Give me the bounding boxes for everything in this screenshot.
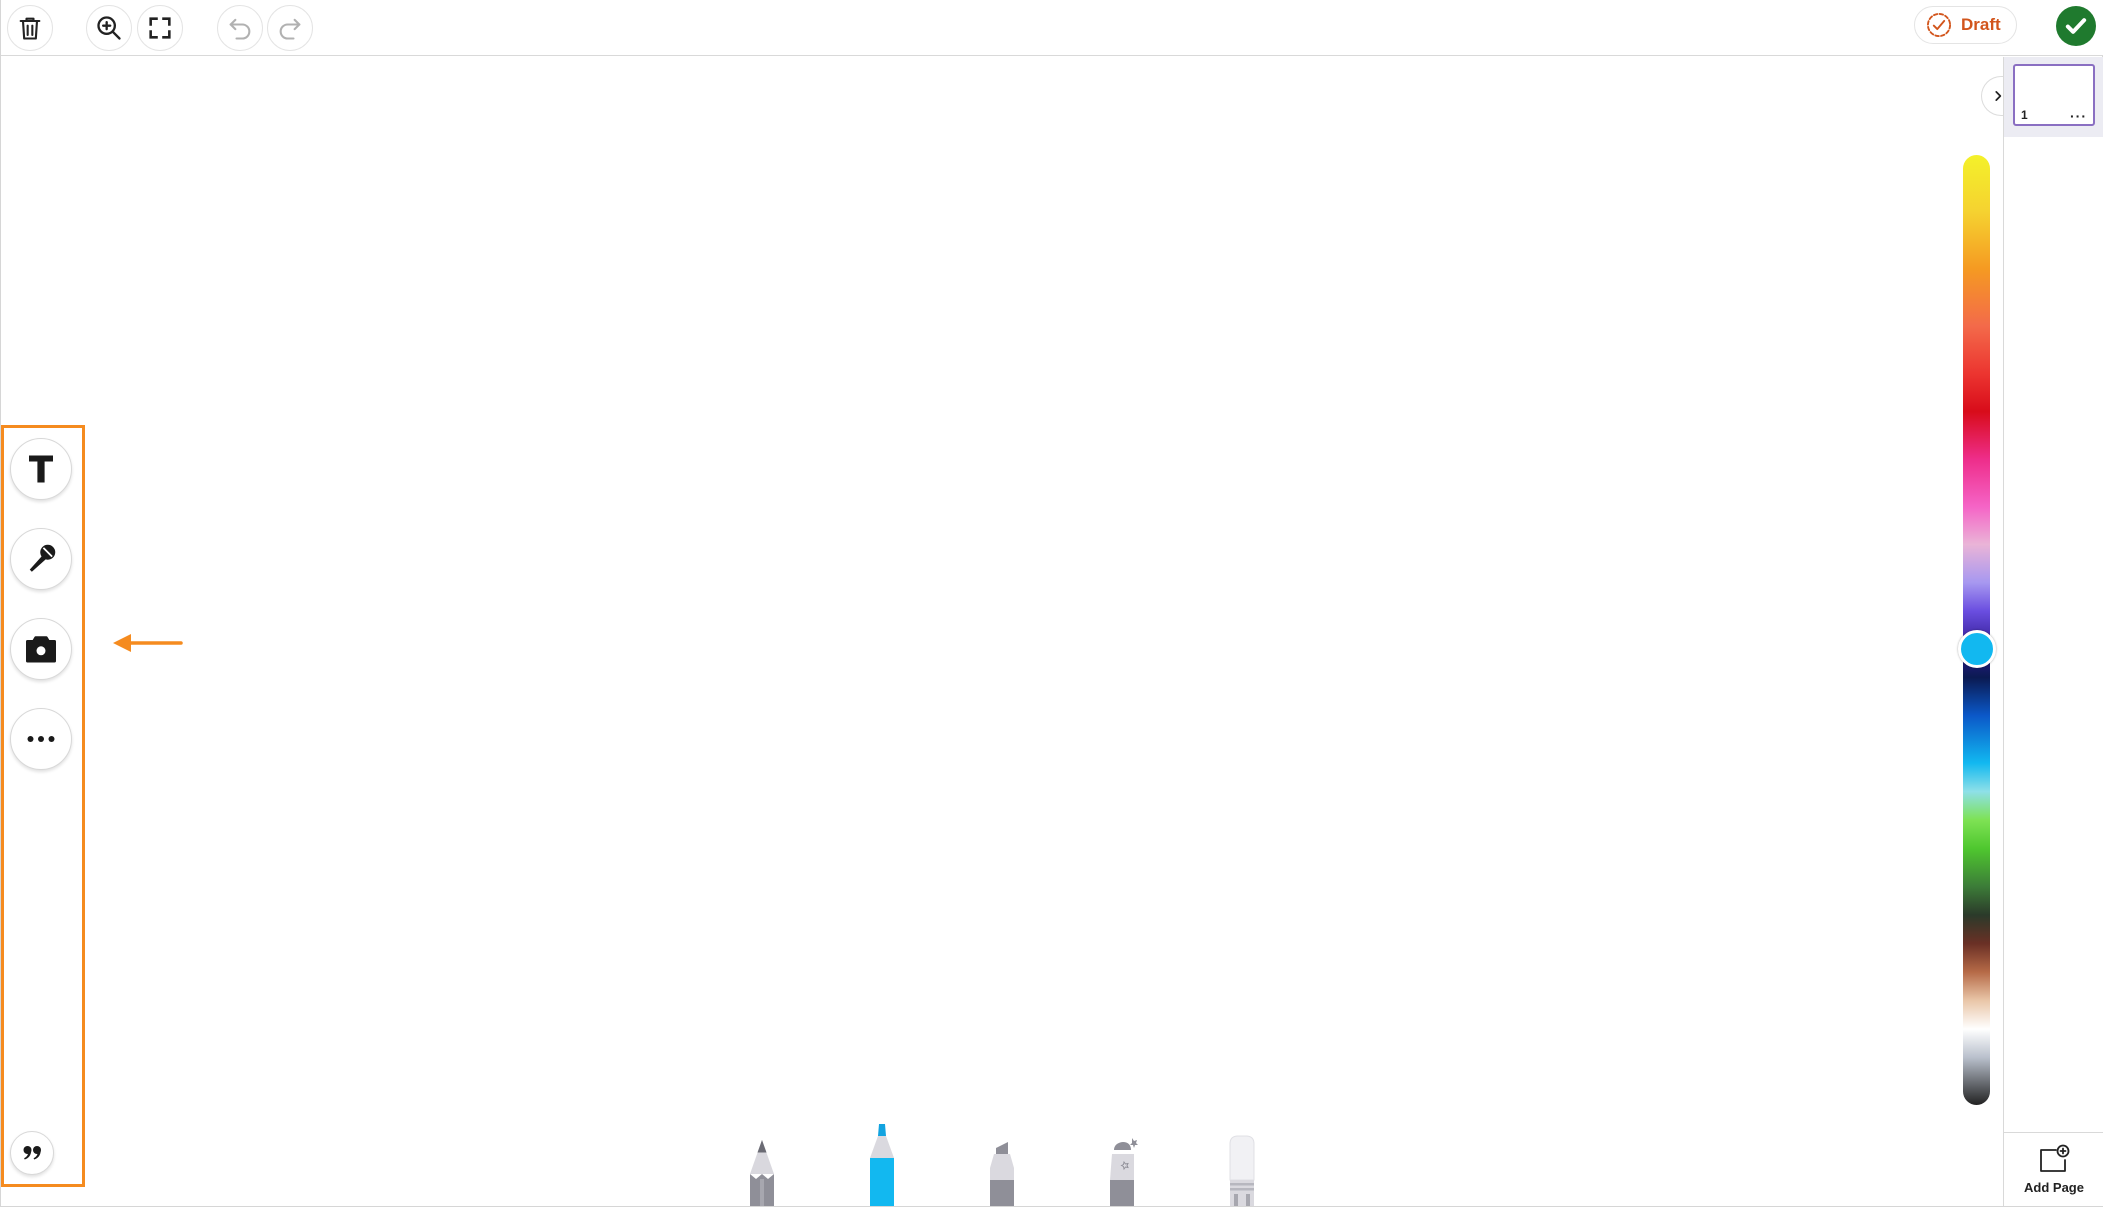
eraser-icon — [1229, 1135, 1255, 1206]
camera-tool-button[interactable] — [10, 618, 72, 680]
more-tools-button[interactable] — [10, 708, 72, 770]
microphone-icon — [29, 544, 56, 572]
trash-icon — [19, 17, 41, 40]
drawing-app: Draft 1 ··· Add Page — [0, 0, 2103, 1207]
left-tool-panel — [1, 425, 85, 1187]
spray-icon — [1110, 1138, 1138, 1206]
redo-icon — [279, 18, 301, 40]
page-thumbnail[interactable]: 1 ··· — [2013, 64, 2095, 126]
undo-button[interactable] — [217, 5, 263, 51]
pencil-tool[interactable] — [734, 1110, 790, 1206]
quote-tool-button[interactable] — [10, 1131, 54, 1175]
redo-button[interactable] — [267, 5, 313, 51]
color-slider-thumb[interactable] — [1958, 630, 1996, 668]
top-toolbar: Draft — [1, 0, 2103, 56]
pencil-icon — [750, 1140, 774, 1206]
highlighter-icon — [990, 1142, 1014, 1206]
spray-tool[interactable] — [1094, 1110, 1150, 1206]
eraser-tool[interactable] — [1214, 1110, 1270, 1206]
highlighter-tool[interactable] — [974, 1110, 1030, 1206]
page-number: 1 — [2021, 108, 2028, 122]
marker-tool[interactable] — [854, 1110, 910, 1206]
marker-icon — [870, 1124, 894, 1206]
drawing-canvas[interactable] — [2, 57, 2002, 1206]
arrow-annotation-icon — [113, 634, 183, 652]
undo-icon — [229, 18, 251, 40]
draft-check-icon — [1926, 12, 1952, 38]
add-page-label: Add Page — [2024, 1180, 2084, 1195]
text-tool-button[interactable] — [10, 438, 72, 500]
delete-button[interactable] — [7, 5, 53, 51]
fullscreen-button[interactable] — [137, 5, 183, 51]
quote-icon — [23, 1146, 41, 1160]
fullscreen-icon — [149, 17, 171, 39]
add-page-icon — [2040, 1144, 2070, 1172]
add-page-button[interactable]: Add Page — [2004, 1132, 2103, 1206]
pages-panel: 1 ··· Add Page — [2003, 57, 2103, 1206]
ellipsis-icon — [27, 736, 55, 742]
page-menu-button[interactable]: ··· — [2070, 109, 2087, 123]
text-icon — [29, 455, 53, 483]
checkmark-icon — [2065, 18, 2087, 34]
camera-icon — [26, 636, 56, 663]
microphone-tool-button[interactable] — [10, 528, 72, 590]
zoom-in-button[interactable] — [86, 5, 132, 51]
page-thumbnail-row: 1 ··· — [2004, 57, 2103, 137]
draft-status-button[interactable]: Draft — [1914, 6, 2017, 44]
zoom-in-icon — [97, 16, 121, 40]
done-button[interactable] — [2056, 6, 2096, 46]
draft-label: Draft — [1961, 15, 2001, 34]
